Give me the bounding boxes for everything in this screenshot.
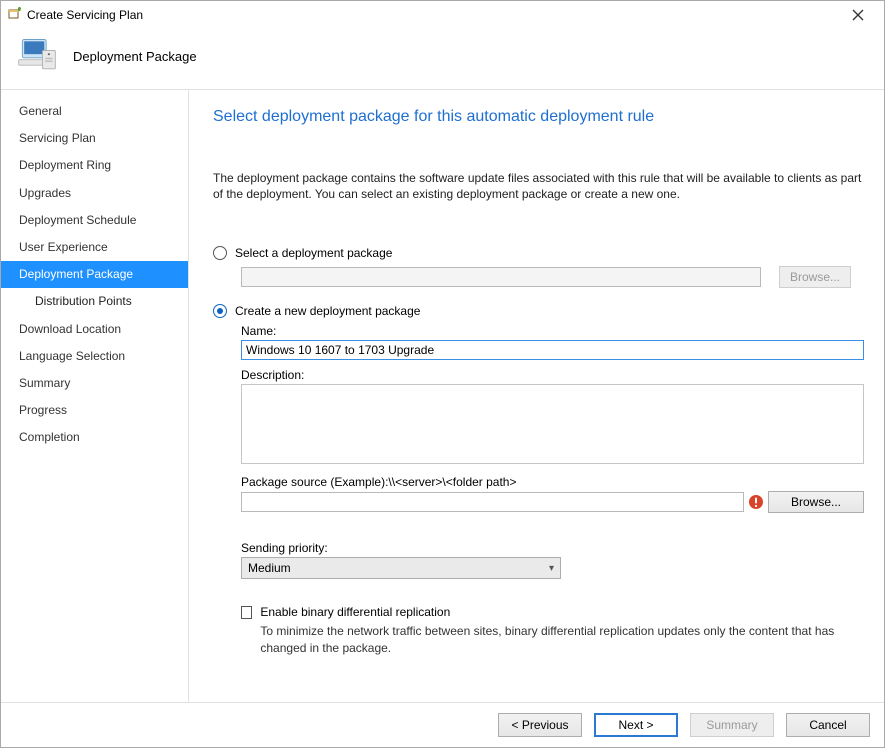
- summary-button: Summary: [690, 713, 774, 737]
- sidebar-item-completion[interactable]: Completion: [1, 424, 188, 451]
- cancel-button[interactable]: Cancel: [786, 713, 870, 737]
- intro-text: The deployment package contains the soft…: [213, 170, 864, 202]
- sidebar-item-label: Deployment Schedule: [19, 213, 136, 227]
- sidebar-item-deployment-package[interactable]: Deployment Package: [1, 261, 188, 288]
- window-icon: [7, 6, 23, 25]
- button-label: Summary: [706, 718, 757, 732]
- sidebar-item-summary[interactable]: Summary: [1, 370, 188, 397]
- select-package-field: [241, 267, 761, 287]
- radio-select-package-label[interactable]: Select a deployment package: [235, 246, 392, 260]
- browse-package-source-button[interactable]: Browse...: [768, 491, 864, 513]
- button-label: Next >: [618, 718, 653, 732]
- sidebar-item-deployment-ring[interactable]: Deployment Ring: [1, 152, 188, 179]
- titlebar: Create Servicing Plan: [1, 1, 884, 29]
- radio-select-package-row: Select a deployment package: [213, 246, 864, 260]
- sidebar-item-label: Language Selection: [19, 349, 125, 363]
- enable-bdr-subtext: To minimize the network traffic between …: [260, 623, 864, 655]
- sidebar-item-servicing-plan[interactable]: Servicing Plan: [1, 125, 188, 152]
- previous-button[interactable]: < Previous: [498, 713, 582, 737]
- warning-icon: [748, 494, 764, 510]
- chevron-down-icon: ▾: [549, 563, 554, 574]
- page-heading: Select deployment package for this autom…: [213, 108, 864, 126]
- sidebar-item-deployment-schedule[interactable]: Deployment Schedule: [1, 207, 188, 234]
- package-source-input[interactable]: [241, 492, 744, 512]
- sending-priority-value: Medium: [248, 561, 291, 575]
- select-package-input-row: Browse...: [241, 266, 864, 288]
- button-label: Browse...: [790, 270, 840, 284]
- computer-icon: [15, 34, 59, 78]
- content-area: General Servicing Plan Deployment Ring U…: [1, 89, 884, 702]
- banner-title: Deployment Package: [73, 49, 197, 64]
- sidebar-item-label: User Experience: [19, 240, 108, 254]
- sidebar-item-label: Upgrades: [19, 186, 71, 200]
- sending-priority-label: Sending priority:: [241, 541, 864, 555]
- radio-create-package-label[interactable]: Create a new deployment package: [235, 304, 420, 318]
- close-button[interactable]: [838, 3, 878, 27]
- main-panel: Select deployment package for this autom…: [189, 90, 884, 702]
- window-title: Create Servicing Plan: [23, 8, 838, 22]
- sidebar-item-label: Download Location: [19, 322, 121, 336]
- sidebar-item-label: Distribution Points: [35, 294, 132, 308]
- enable-bdr-checkbox[interactable]: [241, 606, 252, 619]
- radio-create-package[interactable]: [213, 304, 227, 318]
- sidebar-item-upgrades[interactable]: Upgrades: [1, 180, 188, 207]
- wizard-footer: < Previous Next > Summary Cancel: [1, 702, 884, 747]
- enable-bdr-label[interactable]: Enable binary differential replication: [260, 605, 864, 619]
- button-label: Cancel: [809, 718, 846, 732]
- browse-select-package-button: Browse...: [779, 266, 851, 288]
- sidebar-item-label: Progress: [19, 403, 67, 417]
- button-label: < Previous: [511, 718, 568, 732]
- sidebar-item-progress[interactable]: Progress: [1, 397, 188, 424]
- sidebar-item-user-experience[interactable]: User Experience: [1, 234, 188, 261]
- radio-create-package-row: Create a new deployment package: [213, 304, 864, 318]
- package-source-label: Package source (Example):\\<server>\<fol…: [241, 475, 864, 489]
- sidebar: General Servicing Plan Deployment Ring U…: [1, 90, 189, 702]
- description-label: Description:: [241, 368, 864, 382]
- sidebar-item-distribution-points[interactable]: Distribution Points: [1, 288, 188, 315]
- sending-priority-select[interactable]: Medium ▾: [241, 557, 561, 579]
- name-label: Name:: [241, 324, 864, 338]
- sidebar-item-label: Summary: [19, 376, 70, 390]
- sidebar-item-label: General: [19, 104, 62, 118]
- name-input[interactable]: [241, 340, 864, 360]
- sidebar-item-label: Deployment Ring: [19, 158, 111, 172]
- button-label: Browse...: [791, 495, 841, 509]
- banner: Deployment Package: [1, 29, 884, 89]
- description-textarea[interactable]: [241, 384, 864, 464]
- sidebar-item-download-location[interactable]: Download Location: [1, 316, 188, 343]
- sidebar-item-general[interactable]: General: [1, 98, 188, 125]
- sidebar-item-label: Servicing Plan: [19, 131, 96, 145]
- sidebar-item-label: Deployment Package: [19, 267, 133, 281]
- sidebar-item-language-selection[interactable]: Language Selection: [1, 343, 188, 370]
- sidebar-item-label: Completion: [19, 430, 80, 444]
- radio-select-package[interactable]: [213, 246, 227, 260]
- close-icon: [852, 9, 864, 21]
- next-button[interactable]: Next >: [594, 713, 678, 737]
